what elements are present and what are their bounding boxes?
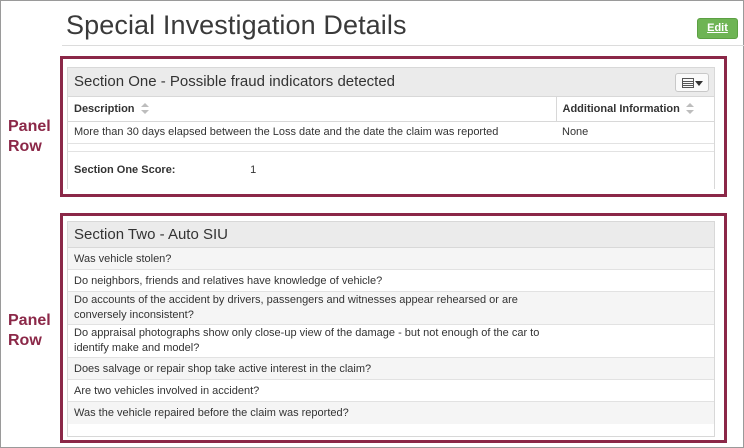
table-row: More than 30 days elapsed between the Lo… [68,121,714,144]
annotation-word-row: Row [8,332,42,349]
score-value: 1 [250,164,257,176]
question-text: Do appraisal photographs show only close… [74,327,540,354]
list-item: Do neighbors, friends and relatives have… [68,270,714,292]
annotation-word-row: Row [8,138,42,155]
question-text: Do accounts of the accident by drivers, … [74,294,518,321]
section-one-table: Description Additional Information More … [68,97,714,152]
list-item: Was vehicle stolen? [68,248,714,270]
list-item: Does salvage or repair shop take active … [68,358,714,380]
section-one-title: Section One - Possible fraud indicators … [74,73,396,90]
list-item: Do appraisal photographs show only close… [68,325,714,358]
table-icon [682,78,694,88]
section-two-header: Section Two - Auto SIU [68,222,714,248]
table-row-empty [68,143,714,152]
list-item: Was the vehicle repaired before the clai… [68,402,714,424]
question-text: Was vehicle stolen? [74,252,172,265]
question-text: Does salvage or repair shop take active … [74,362,372,375]
question-list: Was vehicle stolen? Do neighbors, friend… [68,248,714,424]
question-text: Was the vehicle repaired before the clai… [74,407,349,419]
sort-icon[interactable] [685,103,694,115]
chevron-down-icon [695,81,703,86]
page-title: Special Investigation Details [66,10,407,40]
list-item: Do accounts of the accident by drivers, … [68,292,714,325]
cell-additional-information: None [556,121,714,144]
title-divider [62,45,744,46]
panel-row-annotation-1: Panel Row [8,117,51,157]
annotation-word-panel: Panel [8,312,51,329]
section-two-title: Section Two - Auto SIU [74,226,228,243]
question-text: Do neighbors, friends and relatives have… [74,274,383,287]
score-label: Section One Score: [74,164,176,176]
column-header-additional-information[interactable]: Additional Information [555,97,714,122]
section-one-panel: Section One - Possible fraud indicators … [67,67,715,189]
view-toggle-button[interactable] [675,73,709,92]
column-header-description[interactable]: Description [68,97,556,122]
question-text: Are two vehicles involved in accident? [74,384,260,397]
panel-row-annotation-2: Panel Row [8,311,51,351]
section-one-score: Section One Score: 1 [74,164,256,176]
annotation-word-panel: Panel [8,118,51,135]
edit-button[interactable]: Edit [697,18,738,39]
cell-description: More than 30 days elapsed between the Lo… [68,121,556,144]
table-header-row: Description Additional Information [68,97,714,122]
list-item: Are two vehicles involved in accident? [68,380,714,402]
section-one-header: Section One - Possible fraud indicators … [68,68,714,97]
section-two-panel: Section Two - Auto SIU Was vehicle stole… [67,221,715,437]
sort-icon[interactable] [140,103,149,115]
